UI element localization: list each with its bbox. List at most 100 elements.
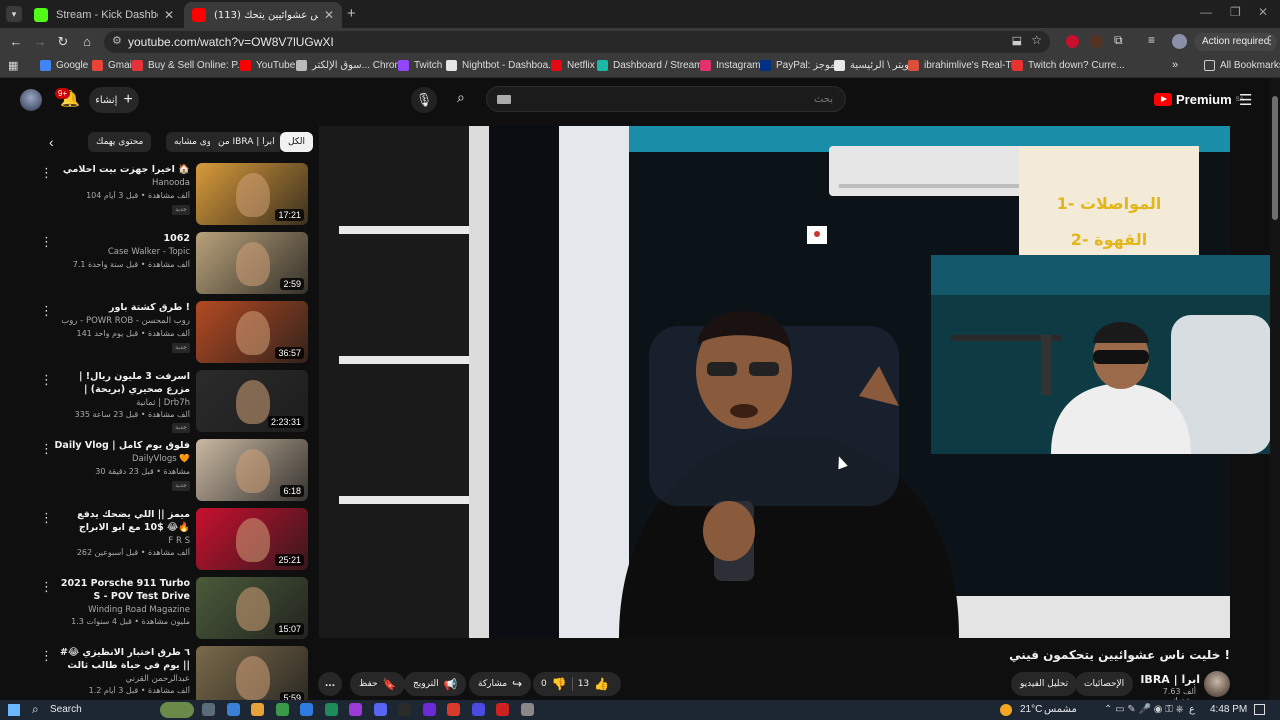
related-video-channel[interactable]: روب - POWR ROB - روب المحسن <box>54 316 190 326</box>
taskbar-app-icon[interactable] <box>496 703 509 716</box>
close-icon[interactable]: ✕ <box>164 8 174 22</box>
save-button[interactable]: حفظ 🔖 <box>350 672 406 696</box>
search-icon[interactable]: ⌕ <box>32 702 39 717</box>
related-video-channel[interactable]: Hanooda <box>54 178 190 188</box>
taskbar-app-icon[interactable] <box>202 703 215 716</box>
forward-icon[interactable]: → <box>32 34 48 50</box>
system-tray-icons[interactable]: ⌃ ▭ ✎ 🎤 ◉ ⚿ ⎈ <box>1104 704 1184 715</box>
taskbar-app-icon[interactable] <box>520 703 534 716</box>
minimize-icon[interactable]: — <box>1200 5 1212 19</box>
more-vert-icon[interactable]: ⋮ <box>40 372 53 388</box>
all-bookmarks[interactable]: All Bookmarks <box>1204 60 1280 71</box>
related-video-thumbnail[interactable]: 17:21 <box>196 163 308 225</box>
home-icon[interactable]: ⌂ <box>79 34 95 50</box>
related-video-title[interactable]: ميمز || اللي يضحك يدفع $10 مع ابو الابرا… <box>54 508 190 534</box>
bookmark-item[interactable]: Buy & Sell Online: P... <box>132 60 245 71</box>
search-icon[interactable]: ⌕ <box>457 89 465 106</box>
keyboard-icon[interactable] <box>497 95 511 104</box>
related-video-thumbnail[interactable]: 2:59 <box>196 232 308 294</box>
more-vert-icon[interactable]: ⋮ <box>40 441 53 457</box>
reload-icon[interactable]: ↻ <box>55 34 71 50</box>
chip-all[interactable]: الكل <box>280 132 314 152</box>
edit-video-button[interactable]: تحليل الفيديو <box>1011 672 1078 696</box>
site-info-icon[interactable]: ⚙ <box>112 34 122 47</box>
related-video-thumbnail[interactable]: 25:21 <box>196 508 308 570</box>
bookmark-item[interactable]: Twitch down? Curre... <box>1012 60 1125 71</box>
bookmark-item[interactable]: Google <box>40 60 88 71</box>
related-video-thumbnail[interactable]: 2:23:31 <box>196 370 308 432</box>
account-avatar[interactable] <box>20 89 42 111</box>
taskbar-app-icon[interactable] <box>275 703 289 716</box>
related-video-thumbnail[interactable]: 6:18 <box>196 439 308 501</box>
related-video-thumbnail[interactable]: 5:59 <box>196 646 308 708</box>
address-bar[interactable]: ⚙ youtube.com/watch?v=OW8V7lUGwXI ⬓ ☆ <box>104 31 1050 53</box>
related-video-title[interactable]: اخيرا جهزت بيت احلامي 🏠 <box>54 163 190 176</box>
scrollbar-thumb[interactable] <box>1272 96 1278 220</box>
more-vert-icon[interactable]: ⋮ <box>40 165 53 181</box>
apps-grid-icon[interactable]: ▦ <box>8 59 18 72</box>
restore-icon[interactable]: ❐ <box>1230 5 1241 19</box>
language-indicator[interactable]: ع <box>1189 704 1195 715</box>
taskbar-app-icon[interactable] <box>300 703 313 716</box>
more-vert-icon[interactable]: ⋮ <box>40 234 53 250</box>
close-window-icon[interactable]: ✕ <box>1258 5 1268 19</box>
tab-kick[interactable]: Stream - Kick Dashboard ✕ <box>26 2 182 28</box>
more-actions-button[interactable]: ... <box>318 672 342 696</box>
taskbar-app-icon[interactable] <box>373 703 387 716</box>
profile-avatar[interactable] <box>1172 34 1187 49</box>
related-video-thumbnail[interactable]: 36:57 <box>196 301 308 363</box>
channel-avatar[interactable] <box>1204 671 1230 697</box>
related-video-channel[interactable]: DailyVlogs 🧡 <box>54 454 190 464</box>
related-video-title[interactable]: Daily Vlog | فلوق يوم كامل معي <box>54 439 190 452</box>
related-video-title[interactable]: اسرفت 3 مليون ريال! | مزرع صحيري (بريحة)… <box>54 370 190 396</box>
tab-search-button[interactable]: ▾ <box>6 6 22 22</box>
taskbar-app-icon[interactable] <box>349 703 362 716</box>
like-icon[interactable]: 👍 <box>594 677 609 691</box>
search-input[interactable] <box>487 87 845 111</box>
chevron-left-icon[interactable]: ‹ <box>49 134 54 150</box>
menu-icon[interactable]: ⋮ <box>1264 33 1276 47</box>
bookmark-item[interactable]: YouTube <box>240 60 295 71</box>
related-video-item[interactable]: ⋮ اسرفت 3 مليون ريال! | مزرع صحيري (بريحة… <box>30 370 310 436</box>
bookmark-star-icon[interactable]: ☆ <box>1031 33 1042 47</box>
youtube-premium-logo[interactable]: Premium SA <box>1154 92 1244 107</box>
bookmark-item[interactable]: Netflix <box>551 60 595 71</box>
more-vert-icon[interactable]: ⋮ <box>40 510 53 526</box>
related-video-item[interactable]: ⋮ 2021 Porsche 911 Turbo S - POV Test Dri… <box>30 577 310 643</box>
more-bookmarks-icon[interactable]: » <box>1172 59 1178 71</box>
stats-button[interactable]: الإحصائيات <box>1075 672 1134 696</box>
voice-search-mic-icon[interactable]: 🎙 <box>411 87 437 113</box>
extension-icon-1[interactable] <box>1066 35 1079 48</box>
taskbar-app-icon[interactable] <box>251 703 264 716</box>
bookmark-item[interactable]: Twitch <box>398 60 442 71</box>
extensions-puzzle-icon[interactable]: ⧉ <box>1114 33 1123 48</box>
related-video-channel[interactable]: F R S <box>54 536 190 546</box>
related-video-channel[interactable]: عبدالرحمن القرني <box>54 674 190 684</box>
more-vert-icon[interactable]: ⋮ <box>40 579 53 595</box>
widget-icon[interactable] <box>160 702 194 718</box>
related-video-channel[interactable]: ثمانية | Drb7h <box>54 398 190 408</box>
related-video-title[interactable]: 2021 Porsche 911 Turbo S - POV Test Driv… <box>54 577 190 603</box>
related-video-channel[interactable]: Case Walker - Topic <box>54 247 190 257</box>
bookmark-item[interactable]: سوق الإلكتر... Chrome <box>296 60 408 71</box>
hamburger-menu-icon[interactable]: ☰ <box>1239 91 1252 109</box>
tab-youtube[interactable]: (113) خليت ناس عشوائيين يتحك... ✕ <box>184 2 342 28</box>
related-video-item[interactable]: ⋮ 1062 Case Walker - Topic 7.1 ألف مشاهدة •… <box>30 232 310 298</box>
related-video-channel[interactable]: Winding Road Magazine <box>54 605 190 615</box>
windows-start-icon[interactable] <box>8 704 20 716</box>
taskbar-app-icon[interactable] <box>398 703 411 716</box>
related-video-title[interactable]: #٦ طرق اختبار الانظيزي 😂 || يوم في حياة … <box>54 646 190 672</box>
extension-icon-2[interactable] <box>1090 35 1103 48</box>
related-video-item[interactable]: ⋮ اخيرا جهزت بيت احلامي 🏠 Hanooda 104 ألف م… <box>30 163 310 229</box>
promote-button[interactable]: الترويج 📢 <box>404 672 467 696</box>
back-icon[interactable]: ← <box>8 34 24 50</box>
taskbar-app-icon[interactable] <box>422 703 436 716</box>
related-video-title[interactable]: 1062 <box>54 232 190 245</box>
search-box[interactable] <box>486 86 846 112</box>
share-button[interactable]: مشاركة ↪ <box>469 672 532 696</box>
bookmark-item[interactable]: Instagram <box>700 60 760 71</box>
bookmark-item[interactable]: Gmail <box>92 60 134 71</box>
chip-from-channel[interactable]: من IBRA | ابرا <box>210 132 283 152</box>
related-video-thumbnail[interactable]: 15:07 <box>196 577 308 639</box>
taskbar-app-icon[interactable] <box>471 703 485 716</box>
